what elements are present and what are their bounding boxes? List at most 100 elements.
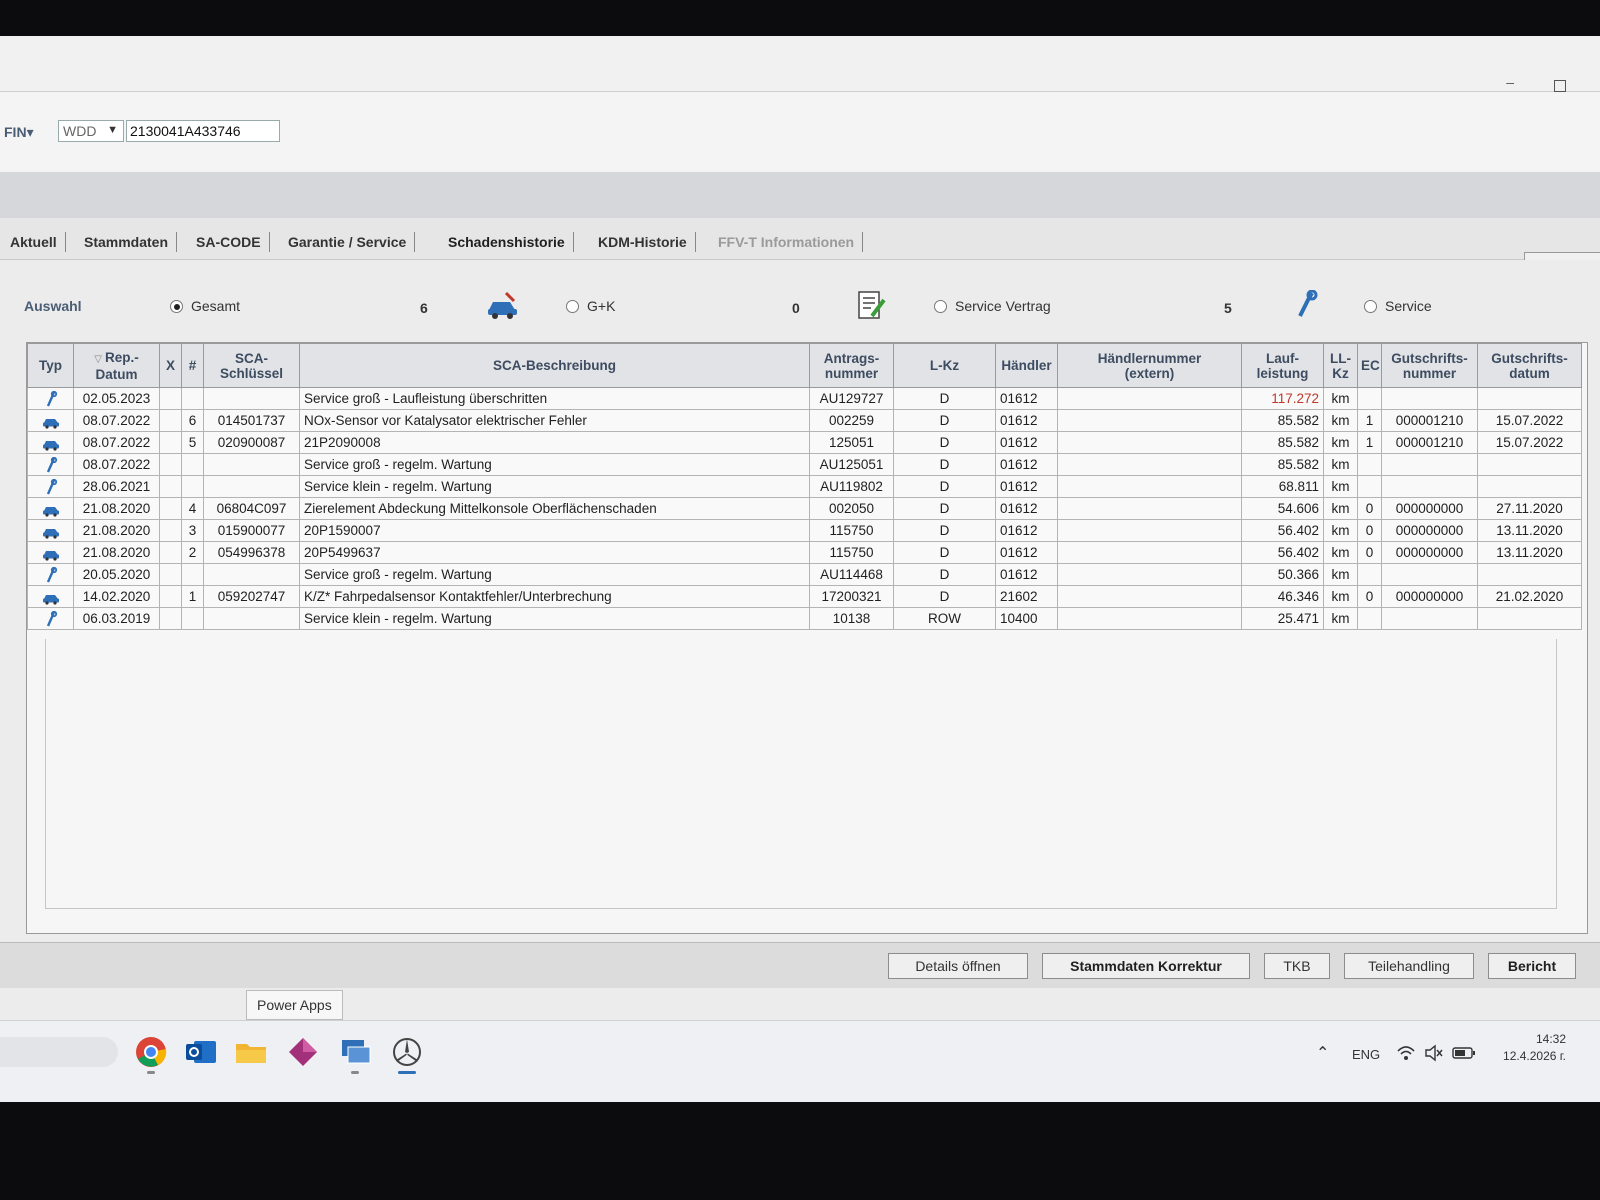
- type-cell: [27, 563, 74, 586]
- fin-prefix-value: WDD: [63, 123, 97, 139]
- x-cell: [159, 431, 182, 454]
- ec-cell: [1357, 475, 1382, 498]
- tab-schadenshistorie[interactable]: Schadenshistorie: [440, 232, 574, 252]
- volume-muted-icon[interactable]: [1424, 1043, 1444, 1063]
- radio-service[interactable]: Service: [1364, 298, 1432, 314]
- table-row[interactable]: 28.06.2021 Service klein - regelm. Wartun…: [27, 475, 1582, 498]
- dealer-external-cell: [1057, 541, 1242, 564]
- battery-icon[interactable]: [1452, 1043, 1476, 1063]
- sca-key-cell: 054996378: [203, 541, 300, 564]
- rep-date-cell: 21.08.2020: [73, 497, 160, 520]
- radio-gesamt[interactable]: Gesamt: [170, 298, 240, 314]
- ec-cell: 0: [1357, 519, 1382, 542]
- tab-ffv-t-informationen[interactable]: FFV-T Informationen: [710, 232, 864, 252]
- dealer-external-cell: [1057, 519, 1242, 542]
- rep-date-cell: 08.07.2022: [73, 453, 160, 476]
- tab-kdm-historie[interactable]: KDM-Historie: [590, 232, 696, 252]
- sca-key-cell: 014501737: [203, 409, 300, 432]
- table-row[interactable]: 08.07.2022 5 020900087 21P2090008 125051 D 016…: [27, 431, 1582, 454]
- table-row[interactable]: 21.08.2020 2 054996378 20P5499637 115750 D 016…: [27, 541, 1582, 564]
- tkb-button[interactable]: TKB: [1264, 953, 1330, 979]
- dealer-cell: 10400: [995, 607, 1058, 630]
- fin-prefix-select[interactable]: WDD ▼: [58, 120, 124, 142]
- header-label: datum: [1509, 365, 1550, 381]
- details-open-button[interactable]: Details öffnen: [888, 953, 1028, 979]
- x-cell: [159, 585, 182, 608]
- credit-date-cell: 13.11.2020: [1477, 541, 1582, 564]
- tab-stammdaten[interactable]: Stammdaten: [76, 232, 178, 252]
- header-col-application-number[interactable]: Antrags-nummer: [809, 343, 894, 388]
- mileage-unit-cell: km: [1323, 585, 1358, 608]
- taskbar-search[interactable]: [0, 1037, 118, 1067]
- table-row[interactable]: 14.02.2020 1 059202747 K/Z* Fahrpedalsensor…: [27, 585, 1582, 608]
- fin-type-dropdown[interactable]: FIN▾: [4, 124, 34, 141]
- header-label: Lauf-: [1266, 350, 1299, 366]
- credit-date-cell: [1477, 607, 1582, 630]
- credit-date-cell: [1477, 453, 1582, 476]
- parts-handling-button[interactable]: Teilehandling: [1344, 953, 1474, 979]
- tray-overflow-chevron-icon[interactable]: ⌃: [1316, 1043, 1329, 1063]
- country-code-cell: D: [893, 541, 996, 564]
- dealer-external-cell: [1057, 563, 1242, 586]
- chrome-icon[interactable]: [134, 1035, 168, 1069]
- x-cell: [159, 387, 182, 410]
- x-cell: [159, 541, 182, 564]
- type-cell: [27, 453, 74, 476]
- header-col-number[interactable]: #: [181, 343, 204, 388]
- header-col-typ[interactable]: Typ: [27, 343, 74, 388]
- header-col-mileage-unit[interactable]: LL- Kz: [1323, 343, 1358, 388]
- tab-sa-code[interactable]: SA-CODE: [188, 232, 270, 252]
- table-row[interactable]: 20.05.2020 Service groß - regelm. Wartung…: [27, 563, 1582, 586]
- input-language-indicator[interactable]: ENG: [1352, 1047, 1380, 1062]
- credit-date-cell: 27.11.2020: [1477, 497, 1582, 520]
- power-apps-icon[interactable]: [286, 1035, 320, 1069]
- remote-desktop-icon[interactable]: [338, 1035, 372, 1069]
- table-row[interactable]: 02.05.2023 Service groß - Laufleistung üb…: [27, 387, 1582, 410]
- type-cell: [27, 519, 74, 542]
- minimize-button[interactable]: –: [1506, 74, 1514, 90]
- tab-garantie-service[interactable]: Garantie / Service: [280, 232, 416, 252]
- outlook-icon[interactable]: [184, 1035, 218, 1069]
- tab-aktuell[interactable]: Aktuell: [2, 232, 66, 252]
- radio-gk[interactable]: G+K: [566, 298, 615, 314]
- x-cell: [159, 453, 182, 476]
- header-col-sca-description[interactable]: SCA-Beschreibung: [299, 343, 810, 388]
- header-col-credit-number[interactable]: Gutschrifts-nummer: [1381, 343, 1478, 388]
- header-label: Händler: [1001, 358, 1052, 373]
- table-row[interactable]: 21.08.2020 3 015900077 20P1590007 115750 D 016…: [27, 519, 1582, 542]
- mileage-unit-cell: km: [1323, 497, 1358, 520]
- wifi-icon[interactable]: [1396, 1043, 1416, 1063]
- country-code-cell: D: [893, 563, 996, 586]
- dealer-cell: 01612: [995, 387, 1058, 410]
- header-col-sca-key[interactable]: SCA- Schlüssel: [203, 343, 300, 388]
- mercedes-star-icon[interactable]: [390, 1035, 424, 1069]
- mileage-unit-cell: km: [1323, 409, 1358, 432]
- wrench-icon: [46, 478, 57, 494]
- table-row[interactable]: 21.08.2020 4 06804C097 Zierelement Abdeckun…: [27, 497, 1582, 520]
- radio-service-vertrag[interactable]: Service Vertrag: [934, 298, 1051, 314]
- header-label: #: [188, 358, 197, 373]
- system-clock[interactable]: 14:32 12.4.2026 г.: [1503, 1031, 1566, 1065]
- table-row[interactable]: 06.03.2019 Service klein - regelm. Wartun…: [27, 607, 1582, 630]
- header-col-mileage[interactable]: Lauf-leistung: [1241, 343, 1324, 388]
- header-col-credit-date[interactable]: Gutschrifts-datum: [1477, 343, 1582, 388]
- master-data-correction-button[interactable]: Stammdaten Korrektur: [1042, 953, 1250, 979]
- table-row[interactable]: 08.07.2022 6 014501737 NOx-Sensor vor Katal…: [27, 409, 1582, 432]
- header-col-rep-datum[interactable]: ▽ Rep.- Datum: [73, 343, 160, 388]
- maximize-button[interactable]: [1554, 80, 1566, 92]
- table-row[interactable]: 08.07.2022 Service groß - regelm. Wartung…: [27, 453, 1582, 476]
- report-button[interactable]: Bericht: [1488, 953, 1576, 979]
- header-col-ec[interactable]: EC: [1357, 343, 1382, 388]
- header-label: nummer: [1402, 365, 1457, 381]
- credit-number-cell: [1381, 607, 1478, 630]
- mileage-unit-cell: km: [1323, 541, 1358, 564]
- header-col-x[interactable]: X: [159, 343, 182, 388]
- ec-cell: 1: [1357, 431, 1382, 454]
- header-col-country-code[interactable]: L-Kz: [893, 343, 996, 388]
- radio-service-label: Service: [1385, 298, 1432, 314]
- header-col-dealer[interactable]: Händler: [995, 343, 1058, 388]
- fin-input[interactable]: [126, 120, 280, 142]
- file-explorer-icon[interactable]: [234, 1035, 268, 1069]
- ec-cell: 0: [1357, 585, 1382, 608]
- header-col-dealer-number-external[interactable]: Händlernummer (extern): [1057, 343, 1242, 388]
